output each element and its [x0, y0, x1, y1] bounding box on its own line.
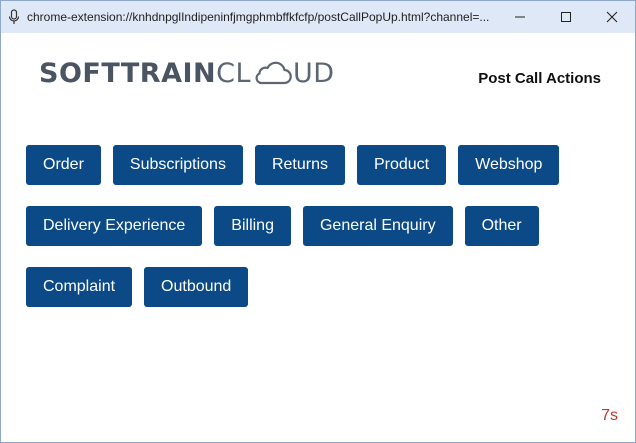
cloud-icon: [255, 61, 292, 85]
billing-button[interactable]: Billing: [214, 206, 291, 246]
maximize-button[interactable]: [543, 1, 589, 33]
general-enquiry-button[interactable]: General Enquiry: [302, 206, 453, 246]
window-url: chrome-extension://knhdnpglIndipeninfjmg…: [27, 10, 490, 24]
logo-text-ud: UD: [293, 57, 335, 89]
microphone-icon: [7, 9, 21, 25]
close-icon: [606, 11, 618, 23]
outbound-button[interactable]: Outbound: [144, 267, 249, 307]
action-row-3: Complaint Outbound: [26, 267, 249, 307]
window-controls: [497, 1, 635, 33]
returns-button[interactable]: Returns: [254, 145, 345, 185]
minimize-button[interactable]: [497, 1, 543, 33]
title-bar: chrome-extension://knhdnpglIndipeninfjmg…: [1, 1, 635, 33]
countdown-timer: 7s: [601, 407, 618, 424]
logo-text-bold: SOFTTRAIN: [39, 57, 217, 89]
action-row-2: Delivery Experience Billing General Enqu…: [26, 206, 539, 246]
action-row-1: Order Subscriptions Returns Product Webs…: [26, 145, 560, 185]
softtraincloud-logo: SOFTTRAIN CL UD: [39, 55, 335, 91]
popup-window: chrome-extension://knhdnpglIndipeninfjmg…: [0, 0, 636, 443]
product-button[interactable]: Product: [356, 145, 447, 185]
maximize-icon: [561, 12, 571, 22]
webshop-button[interactable]: Webshop: [458, 145, 560, 185]
logo-text-cl: CL: [216, 57, 252, 89]
complaint-button[interactable]: Complaint: [26, 267, 133, 307]
close-button[interactable]: [589, 1, 635, 33]
page-title: Post Call Actions: [478, 70, 601, 87]
other-button[interactable]: Other: [464, 206, 539, 246]
subscriptions-button[interactable]: Subscriptions: [112, 145, 243, 185]
delivery-experience-button[interactable]: Delivery Experience: [26, 206, 203, 246]
order-button[interactable]: Order: [26, 145, 101, 185]
minimize-icon: [515, 16, 525, 18]
